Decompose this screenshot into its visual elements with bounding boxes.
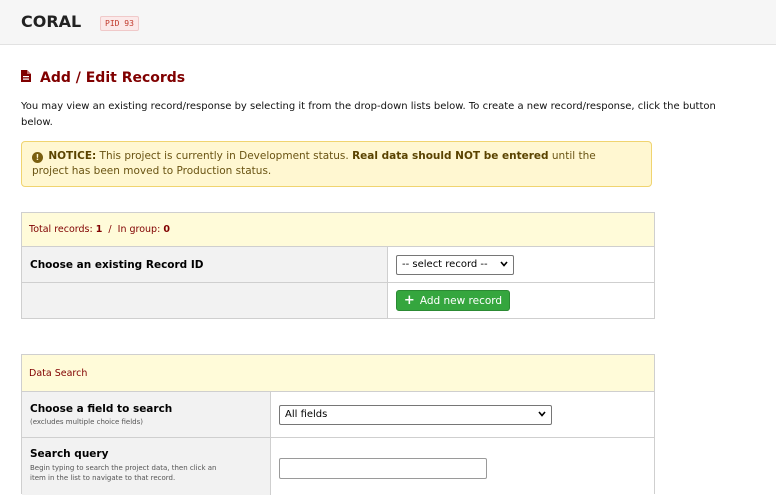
- record-id-select[interactable]: -- select record --: [396, 254, 514, 275]
- summary-separator: /: [102, 224, 118, 235]
- chevron-down-icon: [538, 409, 546, 420]
- file-icon: [21, 70, 31, 86]
- intro-line-2: below.: [21, 117, 53, 128]
- chevron-down-icon: [500, 259, 508, 270]
- pid-badge: PID 93: [100, 16, 139, 31]
- search-field-select[interactable]: All fields: [279, 404, 552, 425]
- search-field-sublabel: (excludes multiple choice fields): [30, 417, 143, 426]
- intro-text: You may view an existing record/response…: [21, 99, 776, 131]
- search-query-label: Search query: [30, 448, 109, 460]
- development-notice: ! NOTICE: This project is currently in D…: [21, 141, 652, 187]
- exclamation-circle-icon: !: [32, 152, 43, 163]
- search-field-value: All fields: [285, 409, 328, 420]
- search-query-sublabel-1: Begin typing to search the project data,…: [30, 464, 217, 472]
- records-table: Total records: 1 / In group: 0 Choose an…: [21, 212, 655, 319]
- notice-prefix: NOTICE:: [48, 150, 97, 162]
- data-search-table: Data Search Choose a field to search (ex…: [21, 354, 655, 495]
- notice-line-2: project has been moved to Production sta…: [32, 165, 272, 177]
- total-records-value: 1: [95, 224, 103, 235]
- project-header: CORAL PID 93: [0, 0, 776, 45]
- add-new-record-button[interactable]: + Add new record: [396, 290, 510, 311]
- total-records-label: Total records:: [29, 224, 93, 235]
- notice-text-2: until the: [548, 150, 596, 162]
- project-title: CORAL: [21, 12, 82, 31]
- search-query-row: Search query Begin typing to search the …: [22, 438, 654, 495]
- notice-text-1: This project is currently in Development…: [96, 150, 353, 162]
- search-field-row: Choose a field to search (excludes multi…: [22, 392, 654, 438]
- in-group-label: In group:: [117, 224, 161, 235]
- notice-bold: Real data should NOT be entered: [352, 150, 549, 162]
- records-summary: Total records: 1 / In group: 0: [22, 213, 654, 247]
- add-record-row: + Add new record: [22, 283, 654, 318]
- in-group-value: 0: [163, 224, 170, 235]
- data-search-header: Data Search: [22, 355, 654, 392]
- choose-record-row: Choose an existing Record ID -- select r…: [22, 247, 654, 283]
- choose-record-label: Choose an existing Record ID: [30, 258, 204, 271]
- search-query-input[interactable]: [279, 458, 487, 479]
- plus-icon: +: [403, 292, 415, 308]
- search-query-sublabel-2: item in the list to navigate to that rec…: [30, 474, 176, 482]
- add-new-record-label: Add new record: [419, 294, 503, 307]
- intro-line-1: You may view an existing record/response…: [21, 101, 716, 112]
- record-select-value: -- select record --: [402, 259, 488, 270]
- page-title-text: Add / Edit Records: [40, 70, 186, 86]
- page-title: Add / Edit Records: [21, 70, 185, 86]
- search-field-label: Choose a field to search: [30, 402, 173, 415]
